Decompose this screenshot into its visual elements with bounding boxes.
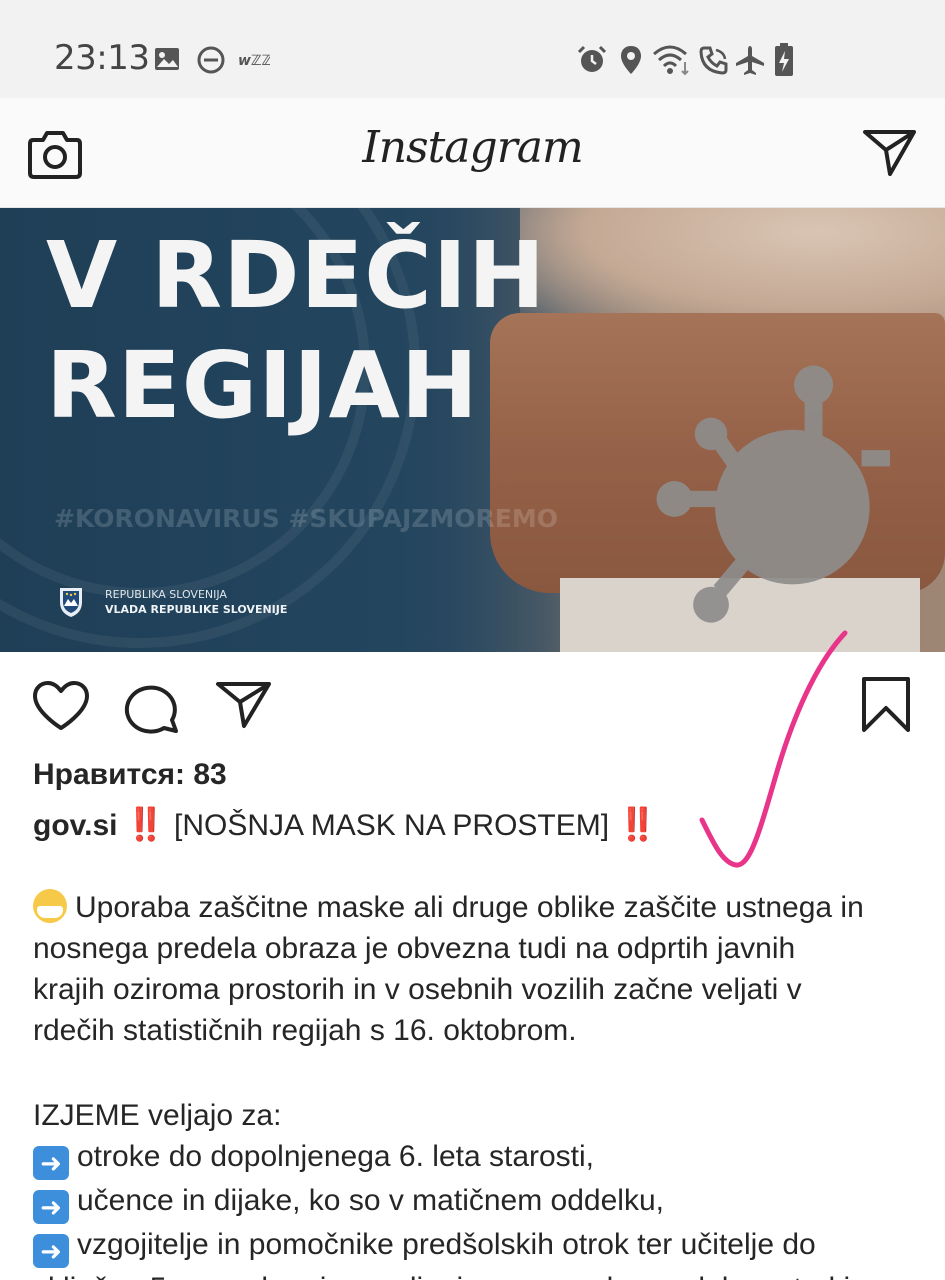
exceptions-list: IZJEME veljajo za: ➜ otroke do dopolnjene… bbox=[33, 1095, 850, 1280]
list-item: ➜ otroke do dopolnjenega 6. leta starosti… bbox=[33, 1136, 850, 1180]
caption-title-line: gov.si ‼️ [NOŠNJA MASK NA PROSTEM] ‼️ bbox=[33, 805, 657, 843]
caption-title: [NOŠNJA MASK NA PROSTEM] bbox=[174, 809, 610, 842]
wifi-icon bbox=[653, 45, 689, 76]
image-hashtags: #KORONAVIRUS #SKUPAJZMOREMO bbox=[54, 504, 559, 533]
list-item: ➜ učence in dijake, ko so v matičnem odde… bbox=[33, 1180, 850, 1224]
bookmark-icon[interactable] bbox=[860, 676, 912, 734]
comment-icon[interactable] bbox=[124, 680, 180, 734]
right-arrow-icon: ➜ bbox=[33, 1190, 69, 1224]
wifi-calling-icon: wℤℤ bbox=[238, 53, 270, 69]
app-header: Instagram bbox=[0, 98, 945, 208]
caption-paragraph: Uporaba zaščitne maske ali druge oblike … bbox=[33, 887, 864, 1051]
likes-count[interactable]: Нравится: 83 bbox=[33, 758, 227, 792]
image-headline-line2: REGIJAH bbox=[46, 332, 479, 439]
double-exclamation-icon: ‼️ bbox=[617, 806, 657, 842]
image-skin-area bbox=[520, 208, 945, 328]
caption-line: nosnega predela obraza je obvezna tudi n… bbox=[33, 932, 796, 965]
caption-line: rdečih statističnih regijah s 16. oktobr… bbox=[33, 1014, 577, 1047]
svg-text:wℤℤ: wℤℤ bbox=[238, 53, 270, 69]
right-arrow-icon: ➜ bbox=[33, 1234, 69, 1268]
do-not-disturb-icon bbox=[197, 46, 225, 74]
alarm-icon bbox=[577, 45, 607, 72]
post-image[interactable]: V RDEČIH REGIJAH #KORONAVIRUS #SKUPAJZMO… bbox=[0, 208, 945, 652]
virus-graphic bbox=[656, 365, 890, 623]
image-headline-line1: V RDEČIH bbox=[46, 222, 547, 329]
org-line2: VLADA REPUBLIKE SLOVENIJE bbox=[105, 603, 288, 616]
airplane-icon bbox=[736, 46, 764, 75]
location-icon bbox=[621, 46, 641, 74]
paper-plane-icon[interactable] bbox=[862, 128, 918, 178]
double-exclamation-icon: ‼️ bbox=[125, 806, 166, 842]
heart-icon[interactable] bbox=[32, 680, 90, 732]
caption-line: krajih oziroma prostorih in v osebnih vo… bbox=[33, 973, 802, 1006]
image-icon bbox=[155, 48, 179, 70]
share-icon[interactable] bbox=[215, 680, 273, 730]
caption-line: Uporaba zaščitne maske ali druge oblike … bbox=[33, 887, 864, 928]
mask-face-emoji-icon bbox=[33, 889, 67, 923]
handdrawn-check-mark bbox=[699, 630, 848, 868]
right-arrow-icon: ➜ bbox=[33, 1146, 69, 1180]
post-username[interactable]: gov.si bbox=[33, 809, 117, 842]
slovenia-crest-icon bbox=[60, 588, 82, 617]
instagram-logo: Instagram bbox=[362, 122, 583, 173]
org-line1: REPUBLIKA SLOVENIJA bbox=[105, 588, 227, 601]
status-time: 23:13 bbox=[54, 38, 150, 78]
battery-charging-icon bbox=[775, 43, 793, 76]
list-item: ➜ vzgojitelje in pomočnike predšolskih ot… bbox=[33, 1224, 850, 1268]
list-item: vključno 5. razreda pri opravljanju nepo… bbox=[33, 1268, 850, 1280]
call-icon bbox=[699, 46, 728, 75]
status-bar: 23:13 wℤℤ bbox=[0, 0, 945, 98]
exceptions-heading: IZJEME veljajo za: bbox=[33, 1099, 282, 1132]
